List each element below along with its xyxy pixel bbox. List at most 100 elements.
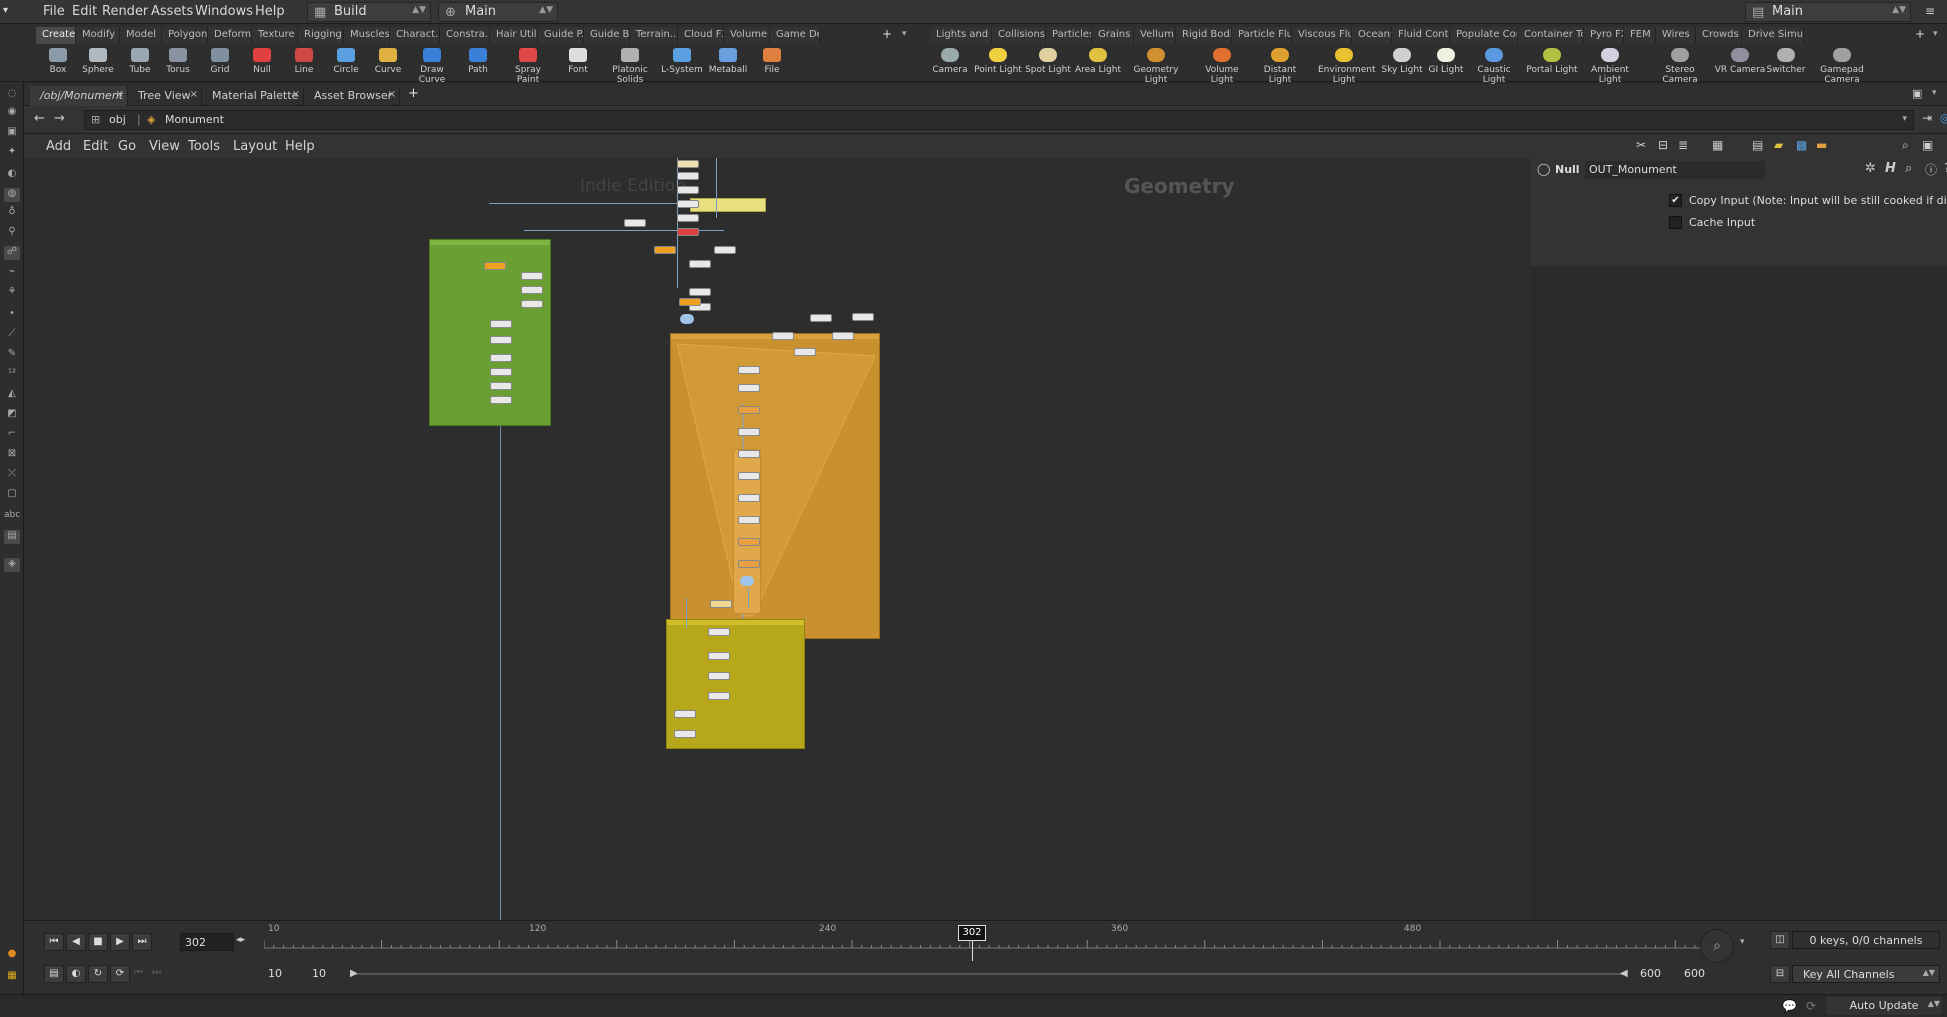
alert-icon[interactable]: ● [4,948,20,962]
network-node[interactable] [624,219,646,227]
shelf-tool-point-light[interactable]: Point Light [972,46,1024,82]
shelf-tab[interactable]: Vellum [1134,27,1176,44]
network-node[interactable] [674,730,696,738]
grid-view-icon[interactable]: ▦ [1712,138,1723,152]
shelf-tab[interactable]: Pyro FX [1584,27,1624,44]
text-tool-icon[interactable]: abc [4,510,20,524]
link-icon[interactable]: ◎ [1940,111,1947,125]
path-dropdown-icon[interactable]: ▾ [1902,114,1907,124]
network-node[interactable] [738,366,760,374]
merge-node-icon[interactable] [680,314,694,324]
shelf-tool-grid[interactable]: Grid [198,46,242,82]
shelf-tool-circle[interactable]: Circle [324,46,368,82]
network-menu-add[interactable]: Add [46,139,71,154]
path-field[interactable]: ⊞ obj | ◈ Monument ▾ [84,110,1914,130]
network-node[interactable] [738,450,760,458]
shelf-tab[interactable]: Cloud FX [678,27,724,44]
network-node[interactable] [490,320,512,328]
network-menu-edit[interactable]: Edit [83,139,108,154]
close-icon[interactable]: × [116,89,124,100]
sync-icon[interactable]: ⟳ [1806,999,1816,1013]
shelf-tool-area-light[interactable]: Area Light [1072,46,1124,82]
network-node[interactable] [490,368,512,376]
shelf-tab[interactable]: Crowds [1696,27,1742,44]
key-mode-select[interactable]: Key All Channels ▲▼ [1792,965,1940,983]
network-node[interactable] [677,172,699,180]
range-slider-track[interactable] [354,973,1624,975]
network-node[interactable] [708,652,730,660]
shelf-tool-null[interactable]: Null [240,46,284,82]
note-icon[interactable]: ▰ [1774,138,1783,152]
shelf-tab[interactable]: Game De... [770,27,820,44]
loop-icon[interactable]: ↻ [88,965,108,983]
shelf-tab[interactable]: Oceans [1352,27,1392,44]
shelf-tool-camera[interactable]: Camera [924,46,976,82]
pen-icon[interactable]: ✎ [4,348,20,362]
shelf-tab[interactable]: Collisions [992,27,1046,44]
network-node[interactable] [490,354,512,362]
cache-input-checkbox[interactable] [1669,216,1682,229]
shelf-tab[interactable]: FEM [1624,27,1656,44]
lock-icon[interactable]: ▣ [4,126,20,140]
fill-icon[interactable]: ◭ [4,388,20,402]
timeline-options-icon[interactable]: ▤ [44,965,64,983]
network-node[interactable] [677,214,699,222]
timeline-ruler[interactable] [264,926,1724,960]
shelf-tab[interactable]: Fluid Contai... [1392,27,1450,44]
shelf-tab[interactable]: Lights and C... [930,27,992,44]
close-icon[interactable]: × [388,89,396,100]
pane-menu-icon[interactable]: ▾ [1932,88,1937,98]
network-node[interactable] [710,600,732,608]
tree-icon[interactable]: ⊟ [1658,138,1668,152]
view-tool-icon[interactable]: ◉ [4,106,20,120]
network-node[interactable] [832,332,854,340]
shelf-tool-sphere[interactable]: Sphere [76,46,120,82]
shelf-tool-font[interactable]: Font [556,46,600,82]
menu-windows[interactable]: Windows [195,4,253,19]
network-node[interactable] [490,382,512,390]
search-icon[interactable]: ⌕ [1905,161,1912,176]
shelf-tool-draw-curve[interactable]: Draw Curve [410,46,454,85]
range-end-field[interactable]: 600 [1636,965,1676,983]
shelf-tab[interactable]: Charact... [390,27,440,44]
list-icon[interactable]: ≣ [1678,138,1688,152]
shelf-tab[interactable]: Populate Con... [1450,27,1518,44]
shelf-tab[interactable]: Particles [1046,27,1092,44]
add-tab-icon[interactable]: + [408,86,419,101]
back-arrow-icon[interactable]: ← [34,111,45,126]
menu-overflow-icon[interactable]: ≡ [1925,4,1935,18]
select-tool-icon[interactable]: ◌ [4,88,20,102]
current-frame-field[interactable]: 302 [180,933,234,951]
path-root[interactable]: obj [109,113,126,126]
shelf-tool-switcher[interactable]: Switcher [1760,46,1812,82]
knife-icon[interactable]: ⟋ [4,328,20,342]
brush-icon[interactable]: ⌁ [4,266,20,280]
network-menu-help[interactable]: Help [285,139,315,154]
menu-edit[interactable]: Edit [72,4,97,19]
merge-node-icon[interactable] [740,576,754,586]
shelf-tab[interactable]: Rigging [298,27,344,44]
network-node[interactable] [810,314,832,322]
shelf-tool-spot-light[interactable]: Spot Light [1022,46,1074,82]
network-node[interactable] [521,286,543,294]
network-node[interactable] [679,298,701,306]
snapshot-icon[interactable]: ▣ [1922,138,1933,152]
shelf-menu-icon[interactable]: ▾ [902,29,907,39]
network-node[interactable] [677,186,699,194]
realtime-icon[interactable]: ◐ [66,965,86,983]
shelf-tab[interactable]: Guide P... [538,27,584,44]
forward-arrow-icon[interactable]: → [54,111,65,126]
refresh-icon[interactable]: ⟳ [110,965,130,983]
play-icon[interactable]: ▶ [110,933,130,951]
menu-render[interactable]: Render [102,4,148,19]
light-icon[interactable]: ♁ [4,206,20,220]
shelf-tool-path[interactable]: Path [456,46,500,82]
network-node[interactable] [708,628,730,636]
stamp-icon[interactable]: ◩ [4,408,20,422]
zoom-icon[interactable]: ⌕ [1902,138,1909,153]
shelf-tab[interactable]: Model [120,27,162,44]
menu-help[interactable]: Help [255,4,285,19]
network-node[interactable] [714,246,736,254]
network-node[interactable] [521,300,543,308]
pin-icon[interactable]: ⚲ [4,226,20,240]
